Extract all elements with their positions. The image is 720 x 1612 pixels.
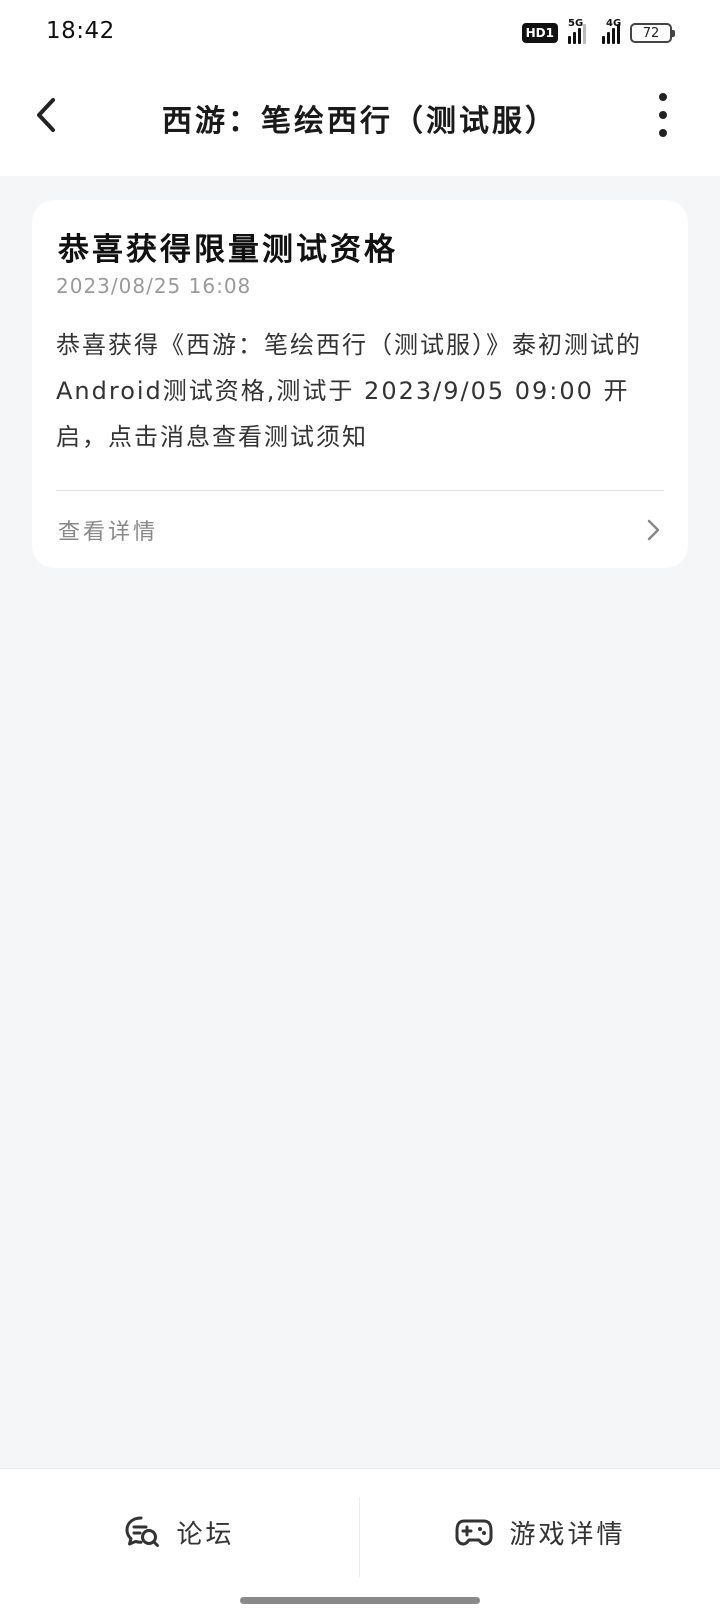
status-time: 18:42 [46,18,115,44]
signal-5g-label: 5G [568,18,584,29]
signal-4g-label: 4G [606,18,622,29]
app-header: 西游：笔绘西行（测试服） [0,66,720,176]
hd-icon: HD1 [521,23,558,43]
bottom-bar: 论坛 游戏详情 [0,1468,720,1612]
forum-button[interactable]: 论坛 [0,1489,359,1575]
message-body: 恭喜获得《西游：笔绘西行（测试服）》泰初测试的Android测试资格,测试于 2… [56,331,642,451]
view-details-label: 查看详情 [58,520,159,545]
bottom-bar-separator [359,1497,360,1577]
signal-4g-icon: 4G [602,18,621,44]
game-details-label: 游戏详情 [509,1519,626,1550]
chevron-right-icon [647,519,660,541]
view-details-link[interactable]: 查看详情 [32,492,688,568]
forum-icon [125,1516,160,1547]
message-title: 恭喜获得限量测试资格 [58,232,398,268]
status-icons: HD1 5G 4G 72 [521,18,675,46]
page-title: 西游：笔绘西行（测试服） [162,104,558,139]
chevron-left-icon [37,98,55,132]
battery-icon: 72 [630,23,675,43]
card-divider [56,490,664,491]
back-button[interactable] [22,91,70,139]
more-options-button[interactable] [648,91,678,139]
message-card[interactable]: 恭喜获得限量测试资格 2023/08/25 16:08 恭喜获得《西游：笔绘西行… [32,200,688,568]
status-bar: 18:42 HD1 5G 4G 72 [0,0,720,66]
game-details-button[interactable]: 游戏详情 [361,1489,720,1575]
signal-5g-icon: 5G [568,18,586,44]
forum-label: 论坛 [176,1519,235,1550]
home-indicator[interactable] [240,1597,480,1604]
message-time: 2023/08/25 16:08 [56,274,252,298]
gamepad-icon [455,1519,493,1546]
battery-level: 72 [642,25,660,41]
more-vertical-icon [659,93,667,101]
